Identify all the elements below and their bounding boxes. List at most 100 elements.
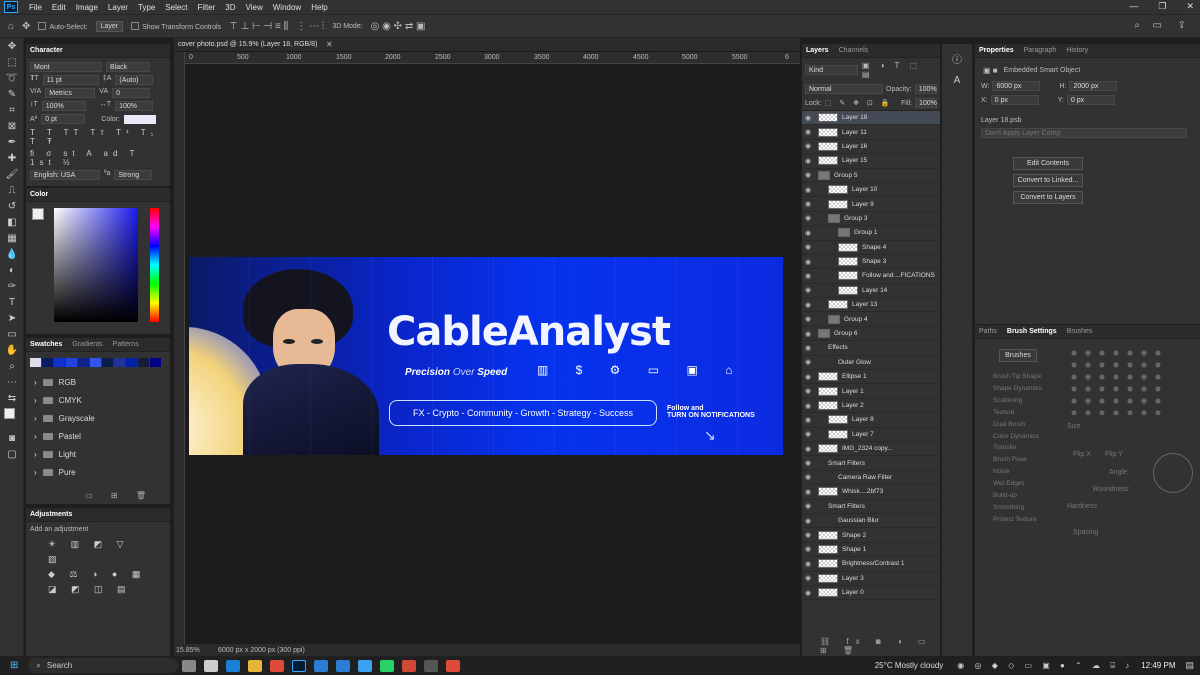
lasso-tool[interactable]: ➰ [0, 70, 24, 86]
more-tools-icon[interactable]: ⋯ [0, 374, 24, 390]
flip-x-checkbox[interactable]: Flip X [1073, 451, 1091, 458]
width-input[interactable]: 6000 px [992, 81, 1041, 91]
glyphs-panel-icon[interactable]: A [942, 72, 972, 88]
brush-angle-preview[interactable] [1153, 453, 1193, 493]
zoom-level[interactable]: 15.85% [176, 647, 200, 654]
visibility-eye-icon[interactable]: ◉ [802, 387, 814, 395]
menu-image[interactable]: Image [71, 3, 103, 12]
menu-select[interactable]: Select [160, 3, 192, 12]
layer-row[interactable]: ◉ Brightness/Contrast 1 [802, 557, 940, 572]
eyedropper-tool[interactable]: ✒ [0, 134, 24, 150]
layer-row[interactable]: ◉ Layer 14 [802, 284, 940, 299]
taskbar-search[interactable]: ⌕ Search [28, 658, 179, 673]
windows-start-icon[interactable]: ⊞ [10, 660, 18, 671]
layer-row[interactable]: ◉ Layer 16 [802, 140, 940, 155]
layer-actions-icons[interactable]: ⛓ fx ◙ ◑ ▭ ⊞ 🗑 [820, 637, 940, 655]
rectangle-tool[interactable]: ▭ [0, 326, 24, 342]
brush-tool[interactable]: 🖌 [0, 166, 24, 182]
layer-row[interactable]: ◉ Outer Glow [802, 356, 940, 371]
eraser-tool[interactable]: ◧ [0, 214, 24, 230]
font-family-select[interactable]: Mont [30, 62, 102, 72]
path-select-tool[interactable]: ➤ [0, 310, 24, 326]
crop-tool[interactable]: ⌗ [0, 102, 24, 118]
share-icon[interactable]: ⇪ [1178, 20, 1186, 31]
layer-row[interactable]: ◉ Effects [802, 341, 940, 356]
adjustment-icons[interactable]: ☀ ▥ ◩ ▽ ▨ ◆ ⚖ ◑ ● ▦ ◪ ◩ ◫ ▤ [26, 537, 170, 597]
healing-tool[interactable]: ✚ [0, 150, 24, 166]
settings-icon[interactable] [424, 659, 439, 672]
tab-gradients[interactable]: Gradients [72, 341, 102, 348]
mail-icon[interactable] [358, 659, 373, 672]
layer-row[interactable]: ◉ Camera Raw Filter [802, 471, 940, 486]
visibility-eye-icon[interactable]: ◉ [802, 459, 814, 467]
swatch-group-rgb[interactable]: › RGB [26, 373, 170, 391]
menu-help[interactable]: Help [306, 3, 332, 12]
color-tab[interactable]: Color [30, 191, 48, 198]
layer-row[interactable]: ◉ Layer 8 [802, 413, 940, 428]
workspace-icon[interactable]: ▭ [1153, 20, 1162, 31]
layer-row[interactable]: ◉ Layer 15 [802, 154, 940, 169]
swatch-actions-icons[interactable]: ▭ ⊞ 🗑 [85, 491, 154, 500]
visibility-eye-icon[interactable]: ◉ [802, 229, 814, 237]
visibility-eye-icon[interactable]: ◉ [802, 258, 814, 266]
adjustments-tab[interactable]: Adjustments [30, 511, 72, 518]
transform-controls-checkbox[interactable]: Show Transform Controls [131, 22, 221, 31]
type-tool[interactable]: T [0, 294, 24, 310]
layer-row[interactable]: ◉ Ellipse 1 [802, 370, 940, 385]
close-tab-icon[interactable]: ✕ [326, 40, 333, 49]
menu-layer[interactable]: Layer [103, 3, 133, 12]
close-icon[interactable]: ✕ [1186, 1, 1194, 12]
swap-colors-icon[interactable]: ⇆ [0, 390, 24, 406]
layer-row[interactable]: ◉ Layer 10 [802, 183, 940, 198]
color-field[interactable] [54, 208, 138, 322]
search-icon[interactable]: ⌕ [1134, 20, 1140, 31]
visibility-eye-icon[interactable]: ◉ [802, 200, 814, 208]
menu-window[interactable]: Window [268, 3, 306, 12]
menu-3d[interactable]: 3D [220, 3, 240, 12]
tab-properties[interactable]: Properties [979, 47, 1014, 54]
visibility-eye-icon[interactable]: ◉ [802, 430, 814, 438]
blend-mode-select[interactable]: Normal [805, 84, 883, 94]
convert-to-linked-button[interactable]: Convert to Linked... [1013, 174, 1083, 187]
tab-history[interactable]: History [1066, 47, 1088, 54]
store-icon[interactable] [336, 659, 351, 672]
tracking-input[interactable]: 0 [112, 88, 151, 98]
height-input[interactable]: 2000 px [1069, 81, 1118, 91]
layer-row[interactable]: ◉ Layer 13 [802, 298, 940, 313]
layer-row[interactable]: ◉ Smart Filters [802, 500, 940, 514]
move-tool[interactable]: ✥ [0, 38, 24, 54]
tab-layers[interactable]: Layers [806, 47, 829, 54]
blur-tool[interactable]: 💧 [0, 246, 24, 262]
visibility-eye-icon[interactable]: ◉ [802, 142, 814, 150]
info-panel-icon[interactable]: ⓘ [942, 50, 972, 66]
visibility-eye-icon[interactable]: ◉ [802, 301, 814, 309]
swatch-group-pure[interactable]: › Pure [26, 463, 170, 481]
opacity-input[interactable]: 100% [914, 84, 937, 94]
quick-select-tool[interactable]: ✎ [0, 86, 24, 102]
visibility-eye-icon[interactable]: ◉ [802, 315, 814, 323]
visibility-eye-icon[interactable]: ◉ [802, 171, 814, 179]
visibility-eye-icon[interactable]: ◉ [802, 574, 814, 582]
layer-row[interactable]: ◉ Layer 0 [802, 586, 940, 601]
layer-row[interactable]: ◉ Group 3 [802, 212, 940, 227]
frame-tool[interactable]: ⊠ [0, 118, 24, 134]
layer-row[interactable]: ◉ Layer 18 [802, 111, 940, 126]
layer-row[interactable]: ◉ Gaussian Blur [802, 514, 940, 529]
auto-select-dropdown[interactable]: Layer [95, 20, 124, 32]
anti-alias-select[interactable]: Strong [114, 170, 153, 180]
layer-row[interactable]: ◉ Shape 2 [802, 528, 940, 543]
language-select[interactable]: English: USA [30, 170, 100, 180]
visibility-eye-icon[interactable]: ◉ [802, 545, 814, 553]
font-style-select[interactable]: Black [106, 62, 150, 72]
visibility-eye-icon[interactable]: ◉ [802, 358, 814, 366]
layer-row[interactable]: ◉ Layer 2 [802, 399, 940, 414]
gradient-tool[interactable]: ▦ [0, 230, 24, 246]
visibility-eye-icon[interactable]: ◉ [802, 445, 814, 453]
app-icon[interactable] [402, 659, 417, 672]
tab-swatches[interactable]: Swatches [30, 341, 62, 348]
layer-filter-select[interactable]: Kind [805, 65, 858, 75]
layer-row[interactable]: ◉ Layer 9 [802, 197, 940, 212]
tab-paragraph[interactable]: Paragraph [1024, 47, 1057, 54]
screen-mode-icon[interactable]: ▢ [0, 446, 24, 462]
widgets-icon[interactable] [204, 659, 219, 672]
